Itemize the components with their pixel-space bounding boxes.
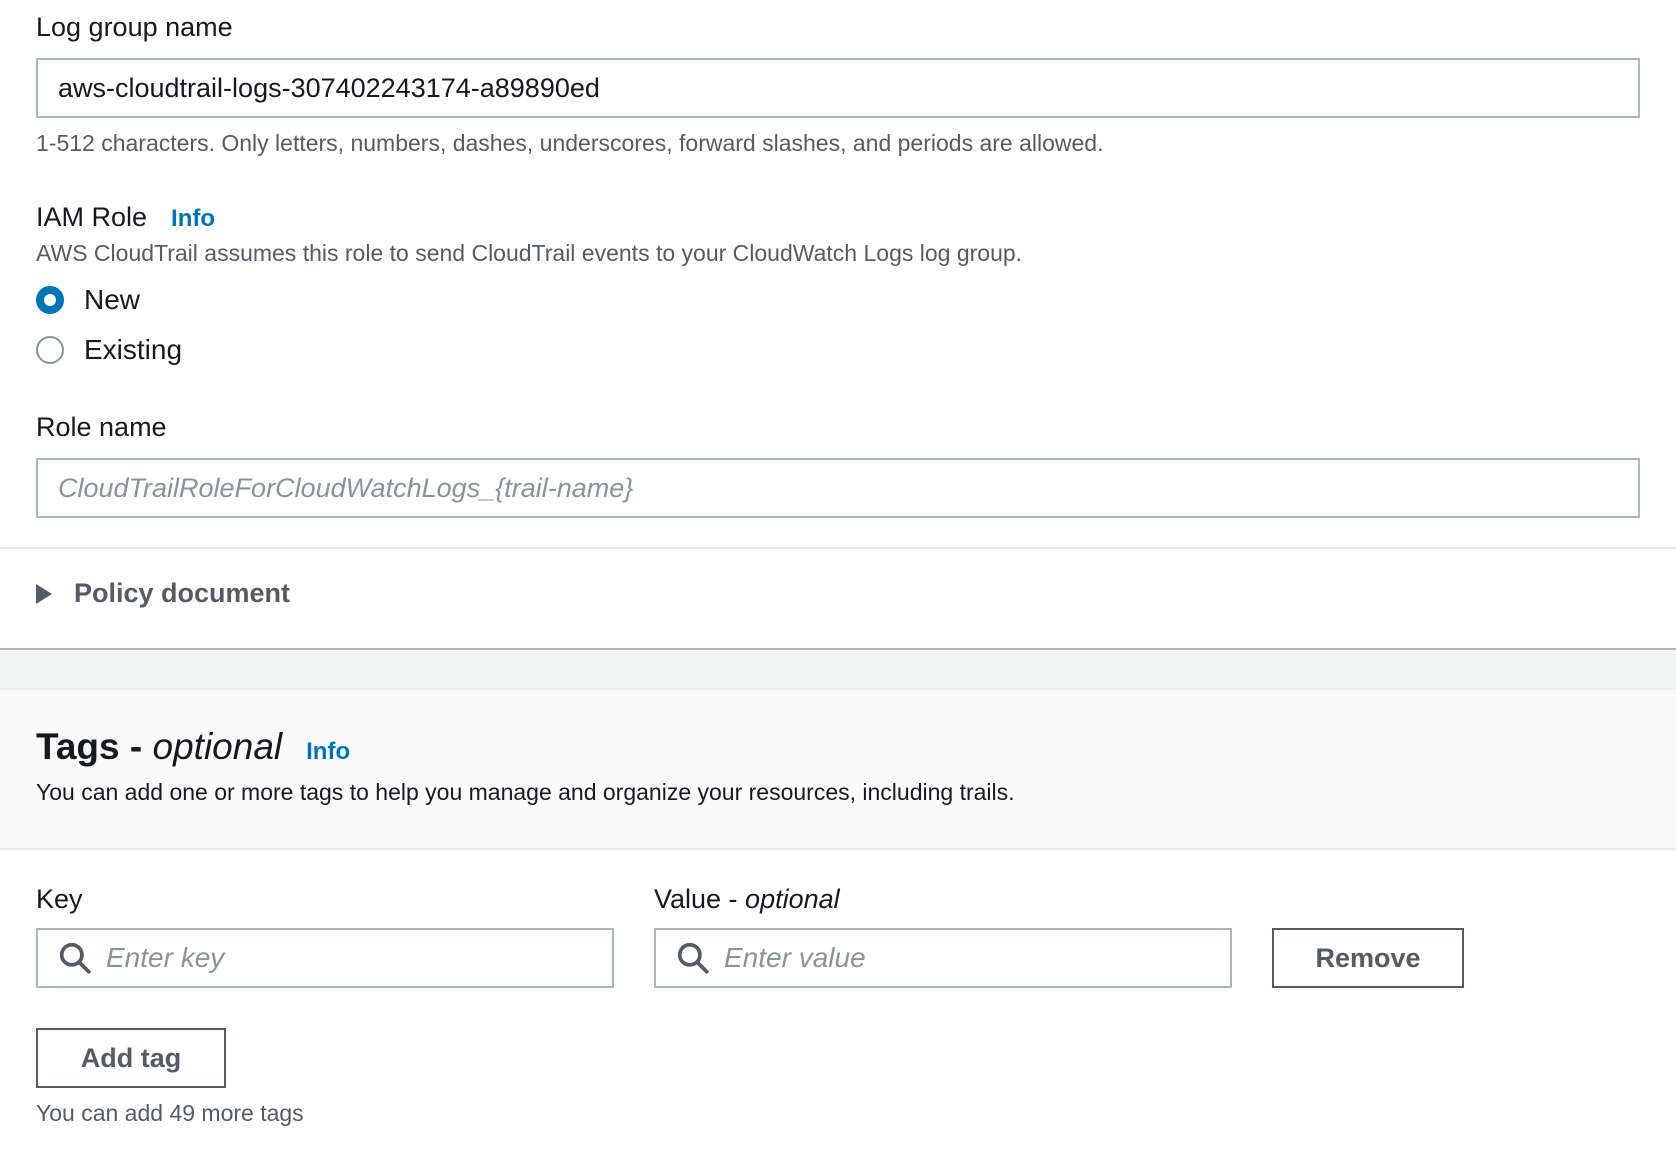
role-name-label: Role name [36,412,167,442]
tag-key-field[interactable] [36,928,614,988]
iam-role-heading: IAM Role Info [36,202,215,233]
tag-value-label-text: Value - [654,884,746,914]
radio-option-existing[interactable]: Existing [36,334,182,366]
tags-header [0,688,1676,850]
policy-document-label: Policy document [74,578,291,608]
log-group-name-input[interactable] [36,58,1640,118]
search-icon [59,942,91,974]
tag-key-label: Key [36,884,83,914]
search-icon [677,942,709,974]
iam-role-description: AWS CloudTrail assumes this role to send… [36,240,1023,266]
tags-title-optional: optional [152,726,283,767]
tags-description: You can add one or more tags to help you… [36,779,1015,805]
radio-new-label[interactable]: New [84,284,140,316]
tags-info-link[interactable]: Info [306,738,350,766]
tag-value-input[interactable] [710,929,1230,987]
tags-title: Tags - optional Info [36,726,350,768]
remove-tag-button[interactable]: Remove [1272,928,1464,988]
tag-value-label-optional: optional [745,884,840,914]
cloudwatch-logs-settings: Log group name 1-512 characters. Only le… [0,0,1676,1160]
log-group-name-label: Log group name [36,12,233,42]
add-tag-button[interactable]: Add tag [36,1028,226,1088]
radio-existing[interactable] [36,336,64,364]
role-name-input[interactable] [36,458,1640,518]
tag-key-input[interactable] [92,929,612,987]
policy-document-expander[interactable]: Policy document [36,578,290,609]
tag-value-label: Value - optional [654,884,840,915]
tag-value-field[interactable] [654,928,1232,988]
tags-title-text: Tags [36,726,120,767]
radio-existing-label[interactable]: Existing [84,334,182,366]
tags-remaining-count: You can add 49 more tags [36,1100,304,1126]
log-group-name-constraint: 1-512 characters. Only letters, numbers,… [36,130,1104,156]
iam-role-info-link[interactable]: Info [171,205,215,233]
radio-new[interactable] [36,286,64,314]
caret-right-icon [36,583,52,604]
tags-title-separator: - [119,726,153,767]
radio-option-new[interactable]: New [36,284,140,316]
iam-role-label: IAM Role [36,202,148,232]
section-divider [0,547,1676,549]
